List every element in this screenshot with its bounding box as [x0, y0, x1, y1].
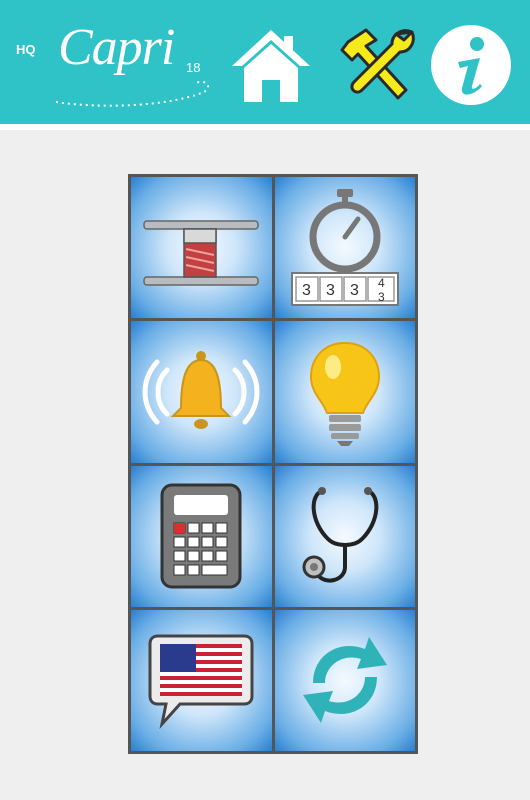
- app-header: HQ Capri 18: [0, 0, 530, 130]
- logo-prefix: HQ: [16, 42, 36, 57]
- light-bulb-icon: [309, 341, 380, 446]
- tile-thread-spool[interactable]: [131, 177, 272, 319]
- alarm-bell-icon: [142, 350, 260, 429]
- tile-language[interactable]: [131, 609, 272, 751]
- counter-digit-3: 3: [350, 282, 359, 299]
- tools-icon: [340, 28, 415, 100]
- counter-digit-2: 3: [326, 282, 335, 299]
- tile-alarm[interactable]: [131, 321, 272, 463]
- capri-logo: HQ Capri 18: [14, 18, 224, 113]
- home-icon: [232, 30, 310, 102]
- tile-stitch-counter[interactable]: 3 3 3 4 3: [274, 177, 415, 319]
- tools-button[interactable]: [336, 22, 422, 108]
- calculator-icon: [160, 483, 242, 589]
- stethoscope-icon: [302, 487, 379, 583]
- tile-diagnostics[interactable]: [274, 465, 415, 607]
- logo-name: Capri: [58, 19, 175, 76]
- info-button[interactable]: [428, 22, 514, 108]
- home-button[interactable]: [228, 22, 314, 108]
- tile-calculator[interactable]: [131, 465, 272, 607]
- info-icon: [431, 25, 511, 105]
- thread-spool-icon: [143, 219, 259, 286]
- stitch-counter-timer-icon: 3 3 3 4 3: [290, 189, 399, 307]
- counter-digit-4-top: 4: [378, 276, 385, 290]
- sync-refresh-icon: [302, 637, 387, 724]
- counter-digit-1: 3: [302, 282, 311, 299]
- counter-digit-4-bottom: 3: [378, 290, 385, 304]
- tool-grid: 3 3 3 4 3: [128, 174, 418, 754]
- tile-light[interactable]: [274, 321, 415, 463]
- logo-dotted-swirl: [55, 80, 210, 107]
- language-flag-icon: [148, 634, 254, 730]
- tile-sync[interactable]: [274, 609, 415, 751]
